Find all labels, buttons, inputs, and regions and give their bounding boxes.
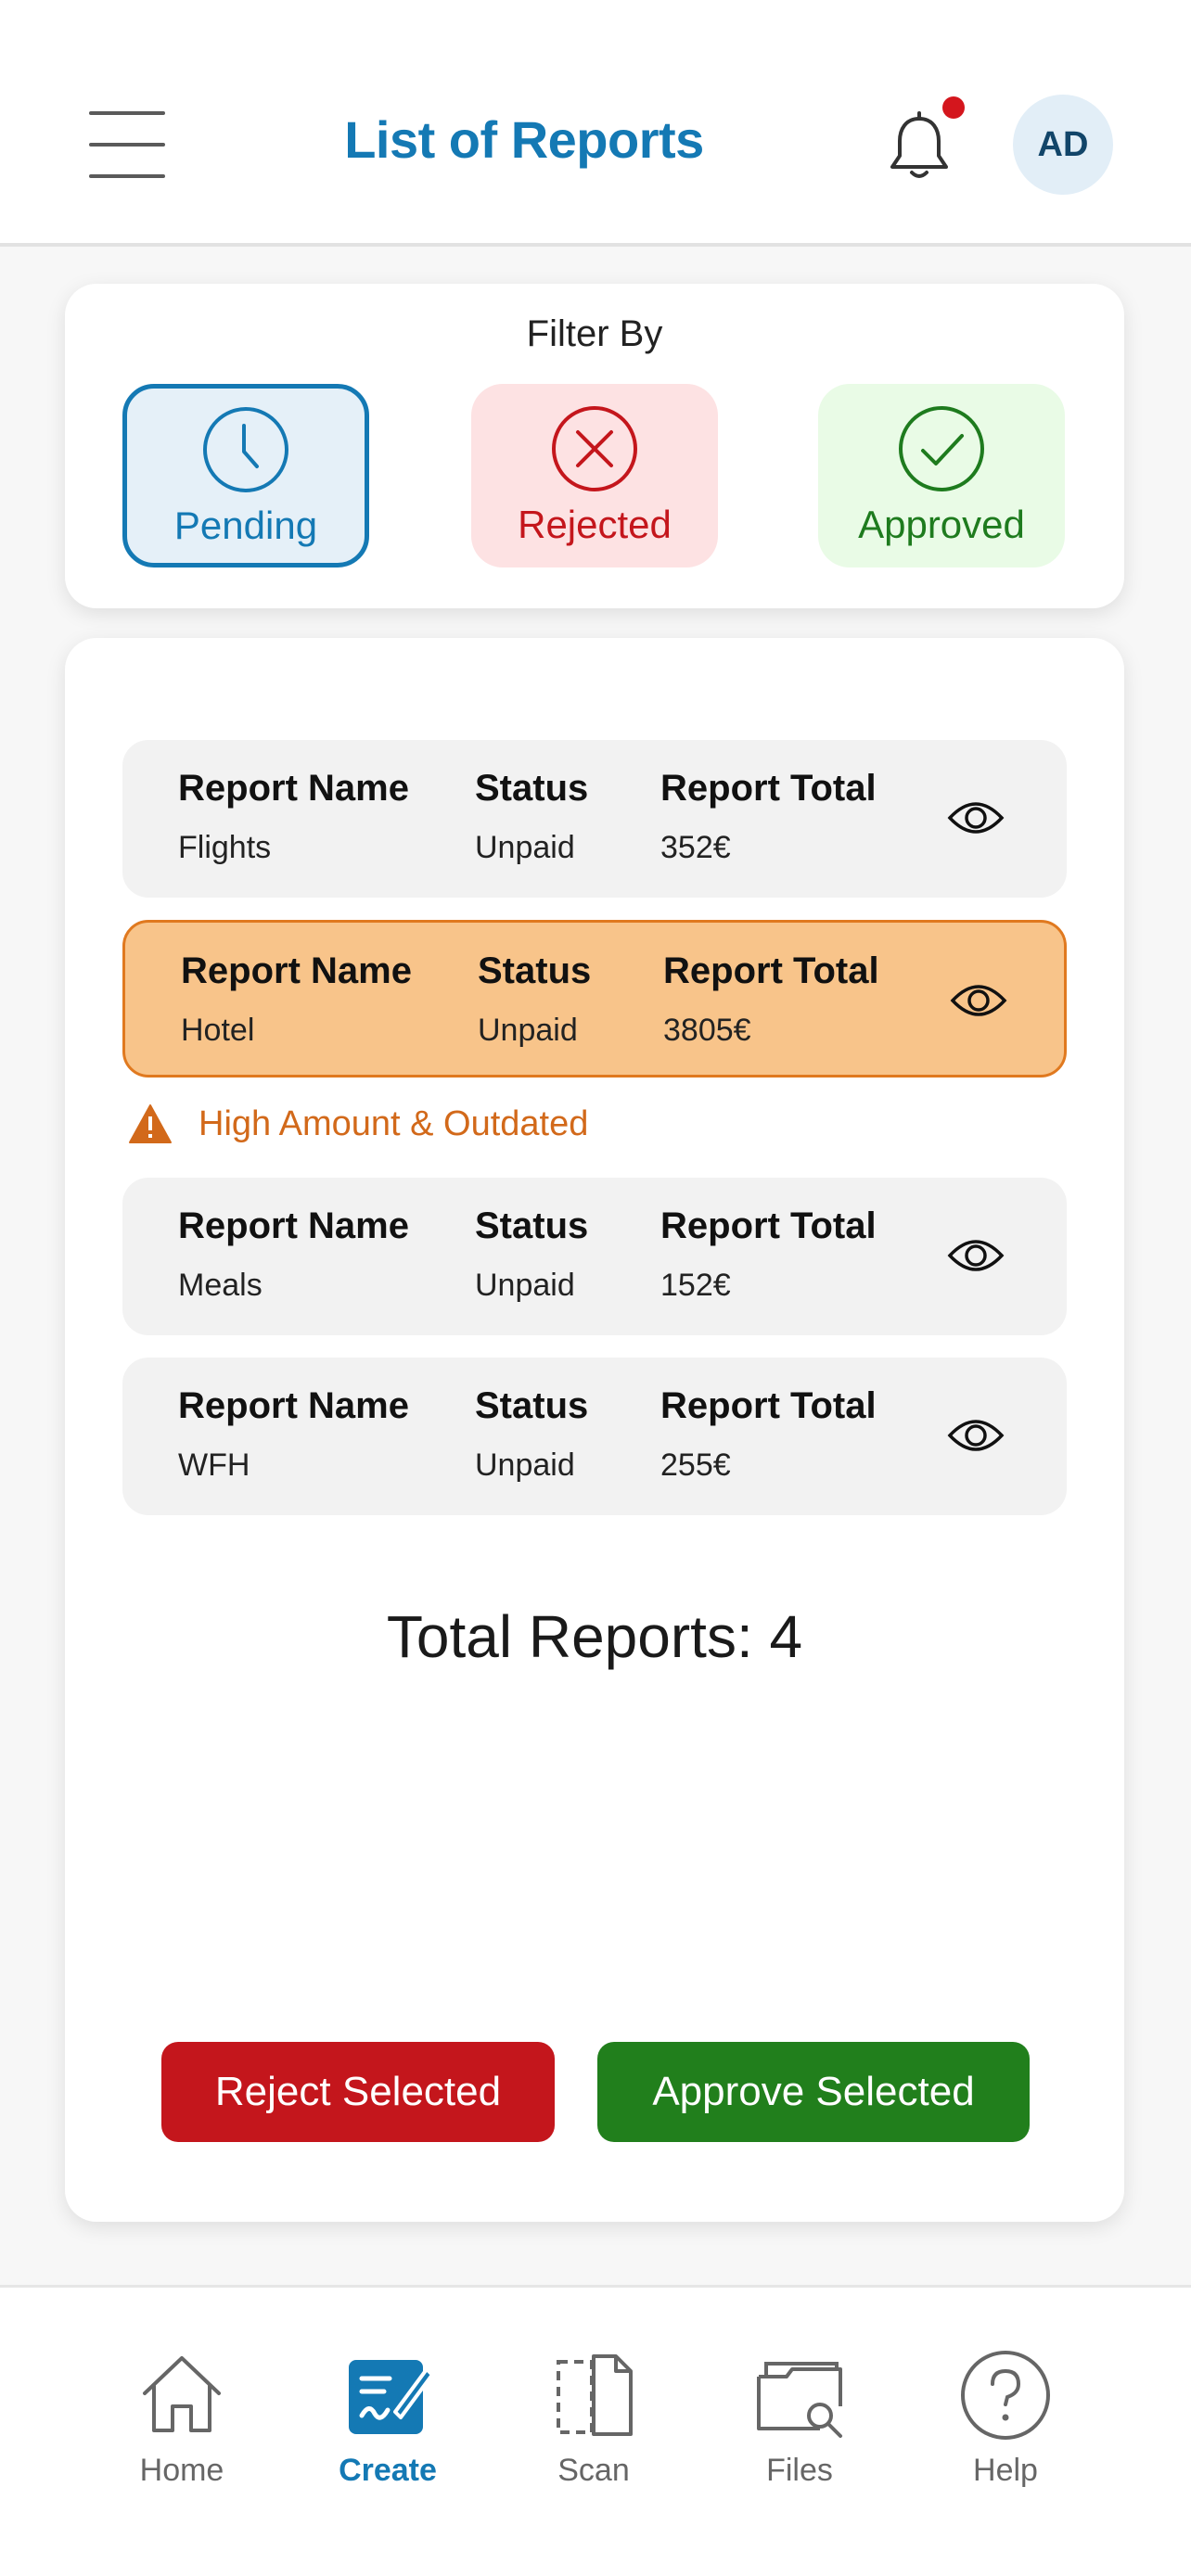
report-row-meals[interactable]: Report Name Meals Status Unpaid Report Tot… xyxy=(122,1178,1067,1335)
nav-help[interactable]: Help xyxy=(913,2349,1098,2534)
report-name: Hotel xyxy=(181,1013,255,1048)
nav-home-label: Home xyxy=(139,2453,224,2488)
nav-create[interactable]: Create xyxy=(295,2349,480,2534)
eye-icon[interactable] xyxy=(946,792,1005,844)
help-icon xyxy=(961,2351,1050,2440)
page-title: List of Reports xyxy=(344,110,704,169)
column-header-status: Status xyxy=(475,1205,589,1246)
column-header-total: Report Total xyxy=(660,768,877,809)
report-total: 255€ xyxy=(660,1447,731,1483)
x-circle-icon xyxy=(552,406,637,491)
total-reports-count: Total Reports: 4 xyxy=(386,1603,803,1670)
column-header-total: Report Total xyxy=(660,1205,877,1246)
files-icon xyxy=(757,2362,842,2438)
report-status: Unpaid xyxy=(475,830,575,865)
approve-selected-button[interactable]: Approve Selected xyxy=(597,2042,1030,2142)
report-name: WFH xyxy=(178,1447,250,1483)
report-name: Flights xyxy=(178,830,272,865)
report-row-wfh[interactable]: Report Name WFH Status Unpaid Report Total… xyxy=(122,1358,1067,1515)
column-header-name: Report Name xyxy=(178,1385,409,1426)
filter-pending-label: Pending xyxy=(173,504,318,547)
filter-card: Filter By Pending Rejected Approved xyxy=(65,284,1124,608)
column-header-name: Report Name xyxy=(181,950,412,991)
notification-dot xyxy=(942,96,965,119)
filter-title: Filter By xyxy=(526,313,663,354)
column-header-total: Report Total xyxy=(663,950,879,991)
filter-approved-label: Approved xyxy=(858,503,1025,546)
column-header-name: Report Name xyxy=(178,1205,409,1246)
check-circle-icon xyxy=(899,406,984,491)
reject-selected-button[interactable]: Reject Selected xyxy=(161,2042,555,2142)
warning-text: High Amount & Outdated xyxy=(198,1103,589,1143)
avatar[interactable]: AD xyxy=(1013,95,1113,195)
column-header-status: Status xyxy=(478,950,592,991)
clock-icon xyxy=(203,407,288,492)
report-total: 152€ xyxy=(660,1268,731,1303)
scan-icon xyxy=(557,2354,633,2436)
eye-icon[interactable] xyxy=(946,1409,1005,1461)
warning-message: High Amount & Outdated xyxy=(128,1096,588,1152)
hamburger-menu-icon[interactable] xyxy=(89,111,165,178)
column-header-total: Report Total xyxy=(660,1385,877,1426)
nav-scan-label: Scan xyxy=(557,2453,630,2488)
column-header-status: Status xyxy=(475,1385,589,1426)
nav-create-label: Create xyxy=(339,2453,437,2488)
report-status: Unpaid xyxy=(475,1268,575,1303)
filter-rejected-button[interactable]: Rejected xyxy=(471,384,718,567)
nav-files-label: Files xyxy=(766,2453,833,2488)
bottom-navigation: Home Create Scan Files Help xyxy=(0,2285,1191,2576)
home-icon xyxy=(143,2356,221,2432)
report-status: Unpaid xyxy=(478,1013,578,1048)
create-icon xyxy=(349,2360,434,2434)
filter-pending-button[interactable]: Pending xyxy=(122,384,369,567)
nav-files[interactable]: Files xyxy=(707,2349,892,2534)
report-row-flights[interactable]: Report Name Flights Status Unpaid Report T… xyxy=(122,740,1067,898)
filter-rejected-label: Rejected xyxy=(518,503,672,546)
report-status: Unpaid xyxy=(475,1447,575,1483)
report-total: 352€ xyxy=(660,830,731,865)
report-total: 3805€ xyxy=(663,1013,751,1048)
report-list-card: Report Name Flights Status Unpaid Report T… xyxy=(65,638,1124,2222)
report-name: Meals xyxy=(178,1268,263,1303)
eye-icon[interactable] xyxy=(949,975,1008,1027)
report-row-hotel[interactable]: Report Name Hotel Status Unpaid Report Tot… xyxy=(122,920,1067,1078)
nav-scan[interactable]: Scan xyxy=(501,2349,686,2534)
nav-help-label: Help xyxy=(973,2453,1038,2488)
column-header-name: Report Name xyxy=(178,768,409,809)
bell-icon[interactable] xyxy=(887,111,952,182)
warning-triangle-icon xyxy=(129,1104,172,1143)
filter-approved-button[interactable]: Approved xyxy=(818,384,1065,567)
column-header-status: Status xyxy=(475,768,589,809)
app-header: List of Reports AD xyxy=(0,0,1191,247)
eye-icon[interactable] xyxy=(946,1230,1005,1282)
nav-home[interactable]: Home xyxy=(89,2349,275,2534)
